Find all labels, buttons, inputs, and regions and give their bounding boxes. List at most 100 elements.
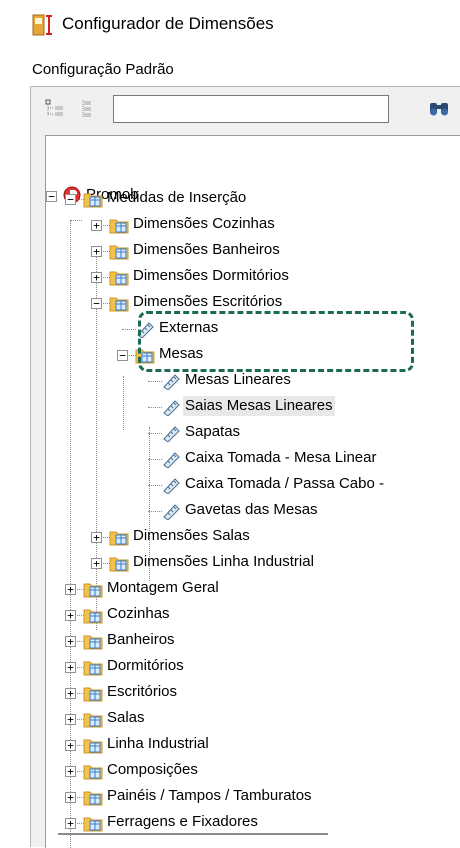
expand-toggle[interactable]: + xyxy=(65,818,76,829)
tree-node-label: Dimensões Salas xyxy=(133,527,250,544)
folder-icon xyxy=(83,814,103,832)
tree-node-label: Dimensões Cozinhas xyxy=(133,215,275,232)
tree-node-montagem-geral[interactable]: + Montagem Geral xyxy=(46,576,456,601)
expand-toggle[interactable]: + xyxy=(65,714,76,725)
window-title: Configurador de Dimensões xyxy=(62,14,274,33)
tree-node-label: Caixa Tomada / Passa Cabo - xyxy=(185,475,384,492)
tree-node-banheiros[interactable]: + Banheiros xyxy=(46,628,456,653)
tree-node-label: Mesas xyxy=(159,345,204,362)
ruler-icon xyxy=(161,398,181,416)
expand-toggle[interactable]: + xyxy=(91,272,102,283)
tree-node-dimensoes-cozinhas[interactable]: + Dimensões Cozinhas xyxy=(46,212,456,237)
expand-toggle[interactable]: + xyxy=(65,792,76,803)
folder-icon xyxy=(83,710,103,728)
horizontal-scrollbar[interactable] xyxy=(58,833,328,835)
binoculars-icon[interactable] xyxy=(428,99,450,117)
ruler-icon xyxy=(161,476,181,494)
tree-node-paineis-tampos-tamburatos[interactable]: + Painéis / Tampos / Tamburatos xyxy=(46,784,456,809)
collapse-toggle[interactable]: − xyxy=(117,350,128,361)
collapse-all-icon[interactable] xyxy=(45,99,65,119)
title-bar: Configurador de Dimensões xyxy=(0,0,460,52)
tree-node-label: Gavetas das Mesas xyxy=(185,501,318,518)
expand-toggle[interactable]: + xyxy=(65,636,76,647)
folder-icon xyxy=(83,736,103,754)
tree-node-composicoes[interactable]: + Composições xyxy=(46,758,456,783)
tree-node-label: Sapatas xyxy=(185,423,241,440)
tree-node-label: Painéis / Tampos / Tamburatos xyxy=(107,787,312,804)
tree-node-label: Salas xyxy=(107,709,145,726)
folder-icon xyxy=(109,528,129,546)
folder-icon xyxy=(109,216,129,234)
tree-node-label: Mesas Lineares xyxy=(185,371,291,388)
tree-node-label: Linha Industrial xyxy=(107,735,209,752)
expand-toggle[interactable]: + xyxy=(91,558,102,569)
tree-node-label: Escritórios xyxy=(107,683,178,700)
tree-node-linha-industrial[interactable]: + Linha Industrial xyxy=(46,732,456,757)
tree-node-label: Banheiros xyxy=(107,631,175,648)
tree-node-dimensoes-dormitorios[interactable]: + Dimensões Dormitórios xyxy=(46,264,456,289)
collapse-toggle[interactable]: − xyxy=(65,194,76,205)
tree-node-mesas-lineares[interactable]: Mesas Lineares xyxy=(46,368,456,393)
ruler-icon xyxy=(135,320,155,338)
expand-all-icon[interactable] xyxy=(77,99,97,119)
expand-toggle[interactable]: + xyxy=(65,766,76,777)
folder-icon xyxy=(83,632,103,650)
tree-node-caixa-tomada-passa-cabo[interactable]: Caixa Tomada / Passa Cabo - xyxy=(46,472,456,497)
ruler-icon xyxy=(161,450,181,468)
folder-icon xyxy=(83,788,103,806)
folder-icon xyxy=(83,606,103,624)
tree-node-dimensoes-escritorios[interactable]: − Dimensões Escritórios xyxy=(46,290,456,315)
search-input[interactable] xyxy=(113,95,389,123)
tree-node-dimensoes-salas[interactable]: + Dimensões Salas xyxy=(46,524,456,549)
folder-icon xyxy=(83,658,103,676)
folder-icon xyxy=(83,762,103,780)
app-icon xyxy=(32,14,52,36)
folder-icon xyxy=(109,294,129,312)
ruler-icon xyxy=(161,372,181,390)
tree-node-label: Dimensões Dormitórios xyxy=(133,267,289,284)
tree-node-mesas[interactable]: − Mesas xyxy=(46,342,456,367)
tree-node-ferragens-fixadores[interactable]: + Ferragens e Fixadores xyxy=(46,810,456,835)
tree-node-gavetas-das-mesas[interactable]: Gavetas das Mesas xyxy=(46,498,456,523)
tree-node-dormitorios[interactable]: + Dormitórios xyxy=(46,654,456,679)
folder-icon xyxy=(135,346,155,364)
expand-toggle[interactable]: + xyxy=(65,584,76,595)
tree-node-label: Cozinhas xyxy=(107,605,170,622)
tree-node-label: Externas xyxy=(159,319,219,336)
tree-node-escritorios[interactable]: + Escritórios xyxy=(46,680,456,705)
tree-node-caixa-tomada-mesa-linear[interactable]: Caixa Tomada - Mesa Linear xyxy=(46,446,456,471)
folder-icon xyxy=(109,242,129,260)
tree-node-label: Caixa Tomada - Mesa Linear xyxy=(185,449,377,466)
tree-node-label: Montagem Geral xyxy=(107,579,219,596)
ruler-icon xyxy=(161,502,181,520)
expand-toggle[interactable]: + xyxy=(91,220,102,231)
expand-toggle[interactable]: + xyxy=(91,532,102,543)
collapse-toggle[interactable]: − xyxy=(91,298,102,309)
expand-toggle[interactable]: + xyxy=(65,688,76,699)
tree-node-label: Saias Mesas Lineares xyxy=(183,396,335,416)
tree-node-label: Dormitórios xyxy=(107,657,184,674)
folder-icon xyxy=(83,684,103,702)
tree-node-label: Dimensões Escritórios xyxy=(133,293,283,310)
expand-toggle[interactable]: + xyxy=(91,246,102,257)
section-label: Configuração Padrão xyxy=(32,61,174,78)
folder-icon xyxy=(83,580,103,598)
tree-node-label: Medidas de Inserção xyxy=(107,189,247,206)
tree-node-sapatas[interactable]: Sapatas xyxy=(46,420,456,445)
tree-node-dimensoes-banheiros[interactable]: + Dimensões Banheiros xyxy=(46,238,456,263)
tree-panel: − Promob − Medidas de Inserção + Dimensões … xyxy=(30,86,460,848)
tree-node-saias-mesas-lineares[interactable]: Saias Mesas Lineares xyxy=(46,394,456,419)
expand-toggle[interactable]: + xyxy=(65,610,76,621)
tree-node-label: Dimensões Banheiros xyxy=(133,241,280,258)
tree-node-cozinhas[interactable]: + Cozinhas xyxy=(46,602,456,627)
tree-view[interactable]: − Promob − Medidas de Inserção + Dimensões … xyxy=(45,135,460,848)
tree-node-salas[interactable]: + Salas xyxy=(46,706,456,731)
ruler-icon xyxy=(161,424,181,442)
tree-node-medidas-insercao[interactable]: − Medidas de Inserção xyxy=(46,186,456,211)
tree-node-label: Composições xyxy=(107,761,198,778)
expand-toggle[interactable]: + xyxy=(65,740,76,751)
tree-node-label: Ferragens e Fixadores xyxy=(107,813,258,830)
expand-toggle[interactable]: + xyxy=(65,662,76,673)
tree-node-externas[interactable]: Externas xyxy=(46,316,456,341)
tree-node-dimensoes-linha-industrial[interactable]: + Dimensões Linha Industrial xyxy=(46,550,456,575)
